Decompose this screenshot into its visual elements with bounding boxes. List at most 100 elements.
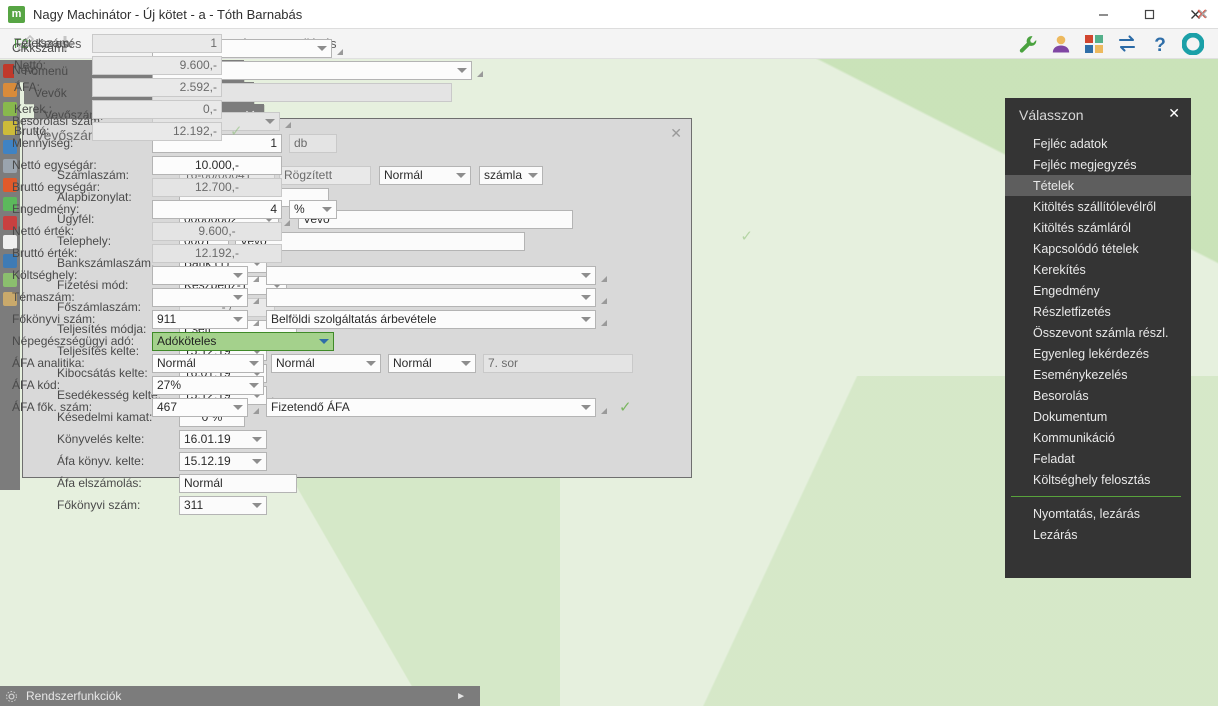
field-fokonyvi-szam-name-value: Belföldi szolgáltatás árbevétele bbox=[271, 312, 436, 326]
windows-grid-icon[interactable] bbox=[1083, 33, 1105, 55]
menu-item-tetelek[interactable]: Tételek bbox=[1005, 175, 1191, 196]
label-netto: Nettó: bbox=[14, 58, 92, 72]
user-icon[interactable] bbox=[1050, 33, 1072, 55]
chevron-right-icon[interactable]: ► bbox=[456, 691, 466, 702]
chevron-down-icon bbox=[252, 437, 262, 442]
items-accept-icon[interactable]: ✓ bbox=[740, 227, 753, 245]
label-afa-elszamolas: Áfa elszámolás: bbox=[57, 476, 179, 490]
field-brutto: 12.192,- bbox=[92, 122, 222, 141]
menu-item-engedmeny[interactable]: Engedmény bbox=[1005, 280, 1191, 301]
field-brutto-egysegar[interactable]: 12.700,- bbox=[152, 178, 282, 197]
menu-item-koltseghely-felosztas[interactable]: Költséghely felosztás bbox=[1005, 469, 1191, 490]
choose-menu-close-icon[interactable]: ✕ bbox=[1168, 105, 1180, 122]
dropdown-koltseghely[interactable] bbox=[152, 266, 248, 285]
menu-item-reszletfizetes[interactable]: Részletfizetés bbox=[1005, 301, 1191, 322]
menu-item-lezaras[interactable]: Lezárás bbox=[1005, 524, 1191, 545]
resize-corner-icon[interactable] bbox=[601, 320, 607, 326]
dropdown-afa-kod[interactable]: 27% bbox=[152, 376, 264, 395]
field-afa-konyv-kelte[interactable]: 15.12.19 bbox=[179, 452, 267, 471]
dropdown-engedmeny-unit[interactable]: % bbox=[289, 200, 337, 219]
field-temaszam-name[interactable] bbox=[266, 288, 596, 307]
menu-item-osszevont-szamla-reszl[interactable]: Összevont számla részl. bbox=[1005, 322, 1191, 343]
invoice-close-icon[interactable]: ✕ bbox=[670, 125, 682, 142]
menu-item-fejlec-megjegyzes[interactable]: Fejléc megjegyzés bbox=[1005, 154, 1191, 175]
form-row-netto-ertek: Nettó érték: 9.600,- bbox=[12, 221, 672, 241]
dropdown-afa-analitika-3[interactable]: Normál bbox=[388, 354, 476, 373]
field-brutto-ertek[interactable]: 12.192,- bbox=[152, 244, 282, 263]
resize-corner-icon[interactable] bbox=[253, 408, 259, 414]
status-bar[interactable]: Rendszerfunkciók ► bbox=[0, 686, 480, 706]
menu-item-kitoltes-szallitolevelrol[interactable]: Kitöltés szállítólevélről bbox=[1005, 196, 1191, 217]
field-afa-fok-szam-name[interactable]: Fizetendő ÁFA bbox=[266, 398, 596, 417]
dropdown-afa-analitika-1[interactable]: Normál bbox=[152, 354, 264, 373]
chevron-down-icon bbox=[249, 383, 259, 388]
menu-item-egyenleg-lekerdezes[interactable]: Egyenleg lekérdezés bbox=[1005, 343, 1191, 364]
menu-item-kommunikacio[interactable]: Kommunikáció bbox=[1005, 427, 1191, 448]
menu-item-kitoltes-szamlarol[interactable]: Kitöltés számláról bbox=[1005, 217, 1191, 238]
field-konyveles-kelte-value: 16.01.19 bbox=[184, 432, 231, 446]
record-icon[interactable] bbox=[1182, 33, 1204, 55]
field-konyveles-kelte[interactable]: 16.01.19 bbox=[179, 430, 267, 449]
resize-corner-icon[interactable] bbox=[601, 408, 607, 414]
form-row-afa-konyv-kelte: Áfa könyv. kelte: 15.12.19 bbox=[57, 451, 677, 471]
gear-icon[interactable] bbox=[5, 690, 18, 706]
field-netto-ertek[interactable]: 9.600,- bbox=[152, 222, 282, 241]
field-fokonyvi-szam-name[interactable]: Belföldi szolgáltatás árbevétele bbox=[266, 310, 596, 329]
label-netto-ertek: Nettó érték: bbox=[12, 224, 152, 238]
chevron-down-icon bbox=[233, 295, 243, 300]
resize-corner-icon[interactable] bbox=[253, 276, 259, 282]
maximize-button[interactable] bbox=[1126, 0, 1172, 29]
dropdown-temaszam[interactable] bbox=[152, 288, 248, 307]
dropdown-fokonyvi-szam[interactable]: 911 bbox=[152, 310, 248, 329]
resize-corner-icon[interactable] bbox=[253, 320, 259, 326]
label-brutto: Bruttó: bbox=[14, 124, 92, 138]
field-fokonyvi-szam[interactable]: 311 bbox=[179, 496, 267, 515]
line-dialog-accept-icon[interactable]: ✓ bbox=[619, 398, 632, 416]
field-netto: 9.600,- bbox=[92, 56, 222, 75]
menu-item-feladat[interactable]: Feladat bbox=[1005, 448, 1191, 469]
resize-corner-icon[interactable] bbox=[285, 122, 291, 128]
menu-item-fejlec-adatok[interactable]: Fejléc adatok bbox=[1005, 133, 1191, 154]
menu-item-besorolas[interactable]: Besorolás bbox=[1005, 385, 1191, 406]
title-bar: m Nagy Machinátor - Új kötet - a - Tóth … bbox=[0, 0, 1218, 29]
form-row-nepegeszsegugyi-ado: Népegészségügyi adó: Adóköteles bbox=[12, 331, 672, 351]
form-row-afa-analitika: ÁFA analitika: Normál Normál Normál 7. s… bbox=[12, 353, 672, 373]
menu-item-dokumentum[interactable]: Dokumentum bbox=[1005, 406, 1191, 427]
totals-accept-icon[interactable]: ✓ bbox=[230, 122, 243, 140]
dropdown-fokonyvi-szam-value: 911 bbox=[157, 312, 176, 326]
help-icon[interactable]: ? bbox=[1149, 33, 1171, 55]
dropdown-afa-fok-szam[interactable]: 467 bbox=[152, 398, 248, 417]
resize-corner-icon[interactable] bbox=[337, 49, 343, 55]
dropdown-afa-fok-szam-value: 467 bbox=[157, 400, 177, 414]
field-afa-elszamolas[interactable]: Normál bbox=[179, 474, 297, 493]
dropdown-nepegeszsegugyi-ado-value: Adóköteles bbox=[157, 334, 216, 348]
label-engedmeny: Engedmény: bbox=[12, 202, 152, 216]
field-afa-konyv-kelte-value: 15.12.19 bbox=[184, 454, 231, 468]
field-koltseghely-name[interactable] bbox=[266, 266, 596, 285]
transfer-icon[interactable] bbox=[1116, 33, 1138, 55]
chevron-down-icon bbox=[581, 317, 591, 322]
field-netto-egysegar[interactable]: 10.000,- bbox=[152, 156, 282, 175]
dropdown-afa-analitika-2[interactable]: Normál bbox=[271, 354, 381, 373]
form-row-engedmeny: Engedmény: 4 % bbox=[12, 199, 672, 219]
resize-corner-icon[interactable] bbox=[601, 276, 607, 282]
totals-row-tetelszam: Tételszám: 1 bbox=[14, 33, 250, 53]
dropdown-nepegeszsegugyi-ado[interactable]: Adóköteles bbox=[152, 332, 334, 351]
wrench-icon[interactable] bbox=[1017, 33, 1039, 55]
label-fokonyvi-szam: Főkönyvi szám: bbox=[12, 312, 152, 326]
resize-corner-icon[interactable] bbox=[253, 298, 259, 304]
dropdown-afa-analitika-3-value: Normál bbox=[393, 356, 432, 370]
menu-item-kerekites[interactable]: Kerekítés bbox=[1005, 259, 1191, 280]
menu-item-esemenykezeles[interactable]: Eseménykezelés bbox=[1005, 364, 1191, 385]
totals-close-icon[interactable]: ✕ bbox=[1197, 6, 1209, 23]
resize-corner-icon[interactable] bbox=[477, 71, 483, 77]
menu-item-nyomtatas-lezaras[interactable]: Nyomtatás, lezárás bbox=[1005, 503, 1191, 524]
chevron-down-icon bbox=[366, 361, 376, 366]
chevron-down-icon bbox=[581, 273, 591, 278]
close-button[interactable] bbox=[1172, 0, 1218, 29]
field-engedmeny[interactable]: 4 bbox=[152, 200, 282, 219]
label-afa-kod: ÁFA kód: bbox=[12, 378, 152, 392]
resize-corner-icon[interactable] bbox=[601, 298, 607, 304]
minimize-button[interactable] bbox=[1080, 0, 1126, 29]
menu-item-kapcsolodo-tetelek[interactable]: Kapcsolódó tételek bbox=[1005, 238, 1191, 259]
